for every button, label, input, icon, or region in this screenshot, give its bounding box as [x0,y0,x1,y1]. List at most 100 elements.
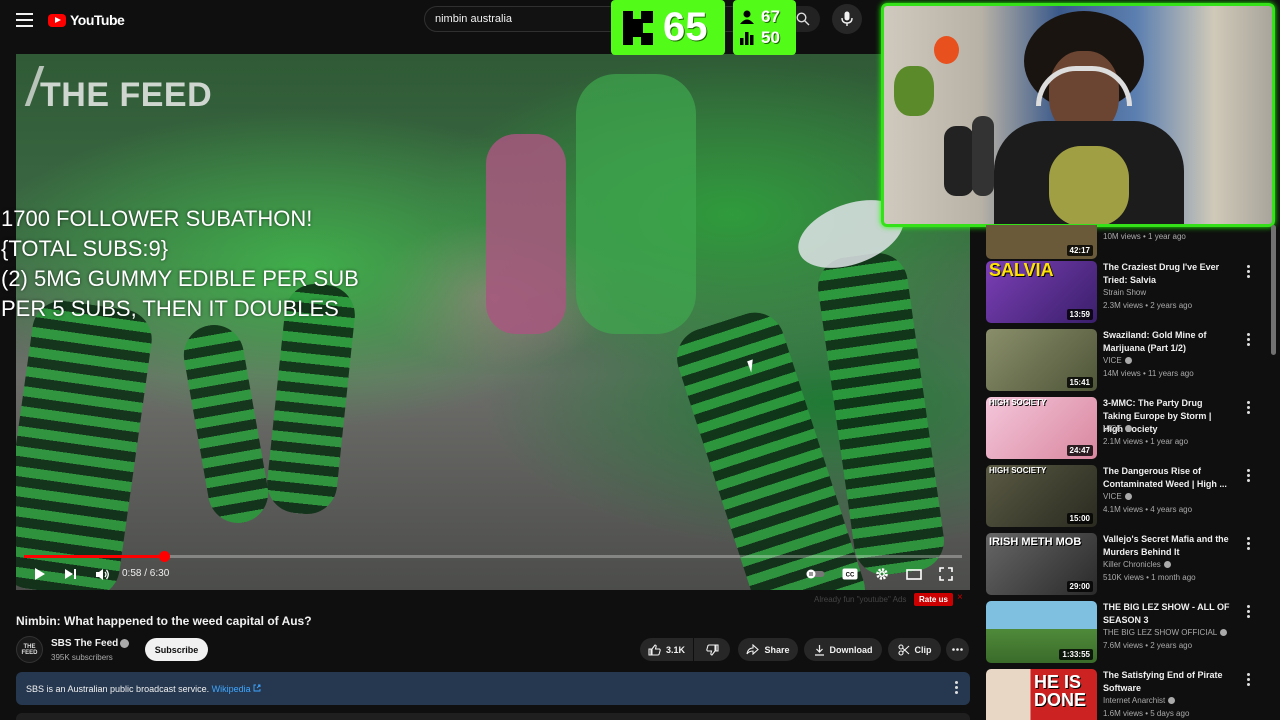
settings-button[interactable] [873,565,891,583]
video-duration: 24:47 [1066,445,1093,456]
video-channel[interactable]: VICE [1103,424,1132,433]
download-label: Download [829,644,873,655]
video-title[interactable]: THE BIG LEZ SHOW - ALL OF SEASON 3 [1103,601,1233,627]
description-box[interactable] [16,713,970,720]
list-item[interactable]: HIGH SOCIETY 24:47 3-MMC: The Party Drug… [986,395,1256,461]
fullscreen-icon [939,567,953,581]
subscribe-button[interactable]: Subscribe [145,638,208,661]
time-display: 0:58 / 6:30 [122,568,170,579]
theater-mode-button[interactable] [905,565,923,583]
channel-name: VICE [1103,424,1122,433]
list-item[interactable]: IRISH METH MOB 29:00 Vallejo's Secret Ma… [986,531,1256,597]
subathon-line: (2) 5MG GUMMY EDIBLE PER SUB [1,266,359,291]
video-channel[interactable]: VICE [1103,356,1132,365]
kick-logo-icon [623,10,653,45]
guitar-decoration [972,116,994,196]
video-thumbnail[interactable]: SALVIA 13:59 [986,261,1097,323]
more-vertical-icon[interactable] [1247,605,1250,620]
volume-button[interactable] [93,565,111,583]
guitar-decoration [944,126,974,196]
video-thumbnail[interactable]: 15:41 [986,329,1097,391]
channel-avatar[interactable]: THE FEED [16,636,43,663]
more-vertical-icon[interactable] [1247,537,1250,552]
video-meta: 2.3M views • 2 years ago [1103,301,1193,310]
list-item[interactable]: 1:33:55 THE BIG LEZ SHOW - ALL OF SEASON… [986,599,1256,665]
video-channel[interactable]: Internet Anarchist [1103,696,1176,705]
video-thumbnail[interactable]: HIGH SOCIETY 24:47 [986,397,1097,459]
more-vertical-icon[interactable] [1247,469,1250,484]
dislike-button[interactable] [694,638,730,661]
video-title[interactable]: Vallejo's Secret Mafia and the Murders B… [1103,533,1233,559]
video-meta: 2.1M views • 1 year ago [1103,437,1189,446]
shirt-graphic [1049,146,1129,224]
video-channel[interactable]: THE BIG LEZ SHOW OFFICIAL [1103,628,1228,637]
download-icon [814,644,824,656]
bar-chart-icon [740,32,754,45]
video-title[interactable]: Swaziland: Gold Mine of Marijuana (Part … [1103,329,1233,355]
video-thumbnail[interactable]: 1:33:55 [986,601,1097,663]
more-horizontal-icon [952,648,963,651]
channel-watermark: THE FEED [40,76,213,114]
video-channel[interactable]: VICE [1103,492,1132,501]
youtube-logo[interactable]: YouTube [48,10,125,30]
video-thumbnail[interactable]: HE IS DONE [986,669,1097,720]
more-vertical-icon[interactable] [1247,333,1250,348]
video-thumbnail[interactable]: 42:17 [986,225,1097,259]
rate-us-button[interactable]: Rate us [914,593,953,606]
theater-icon [906,568,922,580]
video-thumbnail[interactable]: HIGH SOCIETY 15:00 [986,465,1097,527]
video-meta: 7.6M views • 2 years ago [1103,641,1193,650]
list-item[interactable]: HIGH SOCIETY 15:00 The Dangerous Rise of… [986,463,1256,529]
fullscreen-button[interactable] [937,565,955,583]
more-actions-button[interactable] [946,638,969,661]
channel-name[interactable]: SBS The Feed [51,638,118,649]
youtube-play-icon [48,13,66,27]
close-icon[interactable]: × [957,592,963,603]
like-button[interactable]: 3.1K [640,638,693,661]
channel-name: Internet Anarchist [1103,696,1166,705]
more-vertical-icon[interactable] [1247,673,1250,688]
progress-bar[interactable] [24,551,962,562]
svg-text:CC: CC [846,573,855,579]
video-duration: 13:59 [1066,309,1093,320]
search-icon [796,12,810,26]
autoplay-icon [806,569,825,579]
verified-icon [1124,425,1132,432]
download-button[interactable]: Download [804,638,882,661]
video-channel[interactable]: Killer Chronicles [1103,560,1171,569]
subathon-line: PER 5 SUBS, THEN IT DOUBLES [1,296,339,321]
next-button[interactable] [62,565,78,583]
menu-icon[interactable] [14,9,36,31]
play-button[interactable] [32,565,48,583]
like-count: 3.1K [665,644,685,655]
video-meta: 1.6M views • 5 days ago [1103,709,1190,718]
more-vertical-icon[interactable] [1247,265,1250,280]
captions-button[interactable]: CC [841,565,859,583]
sidebar-scrollbar[interactable] [1271,225,1276,355]
scene-decoration [486,134,566,334]
video-meta: 10M views • 1 year ago [1103,232,1186,241]
voice-search-button[interactable] [832,4,862,34]
clip-button[interactable]: Clip [888,638,941,661]
video-title[interactable]: The Satisfying End of Pirate Software [1103,669,1233,695]
video-title[interactable]: The Dangerous Rise of Contaminated Weed … [1103,465,1233,491]
video-title[interactable]: The Craziest Drug I've Ever Tried: Salvi… [1103,261,1233,287]
list-item[interactable]: SALVIA 13:59 The Craziest Drug I've Ever… [986,259,1256,325]
wikipedia-link[interactable]: Wikipedia [212,684,251,694]
progress-scrubber[interactable] [158,551,170,562]
video-thumbnail[interactable]: IRISH METH MOB 29:00 [986,533,1097,595]
share-button[interactable]: Share [738,638,798,661]
list-item[interactable]: 15:41 Swaziland: Gold Mine of Marijuana … [986,327,1256,393]
list-item[interactable]: HE IS DONE The Satisfying End of Pirate … [986,667,1256,720]
video-meta: 510K views • 1 month ago [1103,573,1196,582]
wall-decoration [894,66,934,116]
list-item[interactable]: 42:17 10M views • 1 year ago [986,225,1256,261]
subathon-line: 1700 FOLLOWER SUBATHON! [1,206,313,231]
ad-feedback-note: Already fun "youtube" Ads [814,595,907,604]
kick-counter-badge: 65 [611,0,725,55]
video-channel[interactable]: Strain Show [1103,288,1146,297]
more-vertical-icon[interactable] [1247,401,1250,416]
autoplay-toggle[interactable] [805,565,827,583]
subathon-line: {TOTAL SUBS:9} [1,236,169,261]
more-vertical-icon[interactable] [955,681,958,696]
